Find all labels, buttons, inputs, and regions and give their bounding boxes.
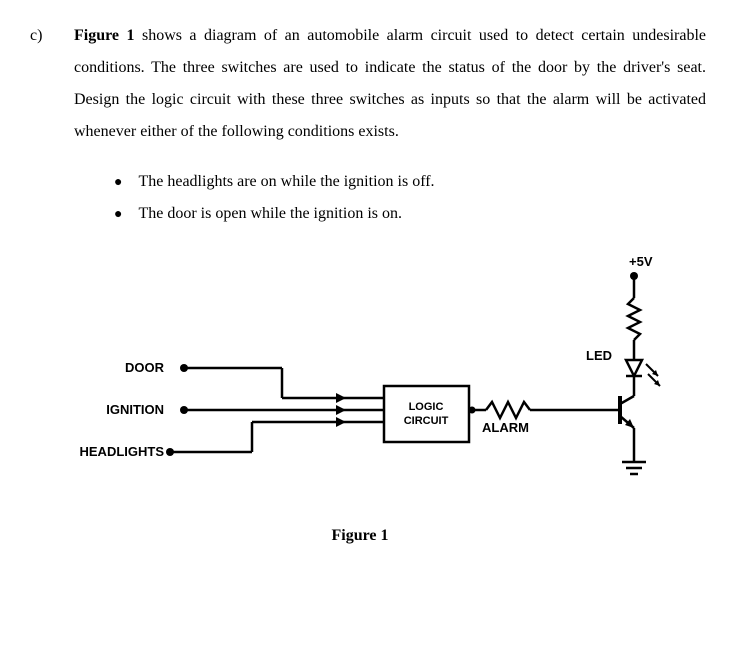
question-label: c) xyxy=(30,20,54,552)
figure-diagram: +5V LED xyxy=(74,252,706,552)
list-item: ● The door is open while the ignition is… xyxy=(114,198,706,230)
logic-label: LOGIC xyxy=(409,401,444,413)
list-item: ● The headlights are on while the igniti… xyxy=(114,166,706,198)
condition-text: The door is open while the ignition is o… xyxy=(138,198,402,230)
intro-paragraph: Figure 1 shows a diagram of an automobil… xyxy=(74,20,706,148)
figure-caption: Figure 1 xyxy=(14,520,706,552)
vcc-label: +5V xyxy=(629,254,653,269)
circuit-label: CIRCUIT xyxy=(404,415,449,427)
door-label: DOOR xyxy=(125,360,165,375)
bullet-icon: ● xyxy=(114,201,122,229)
circuit-svg: +5V LED xyxy=(74,252,694,512)
conditions-list: ● The headlights are on while the igniti… xyxy=(114,166,706,230)
led-label: LED xyxy=(586,348,612,363)
ignition-label: IGNITION xyxy=(106,402,164,417)
bullet-icon: ● xyxy=(114,169,122,197)
question-body: Figure 1 shows a diagram of an automobil… xyxy=(74,20,706,552)
figure-ref: Figure 1 xyxy=(74,27,135,44)
alarm-label: ALARM xyxy=(482,420,529,435)
condition-text: The headlights are on while the ignition… xyxy=(138,166,434,198)
question-block: c) Figure 1 shows a diagram of an automo… xyxy=(30,20,706,552)
intro-text: shows a diagram of an automobile alarm c… xyxy=(74,27,706,140)
headlights-label: HEADLIGHTS xyxy=(80,444,165,459)
